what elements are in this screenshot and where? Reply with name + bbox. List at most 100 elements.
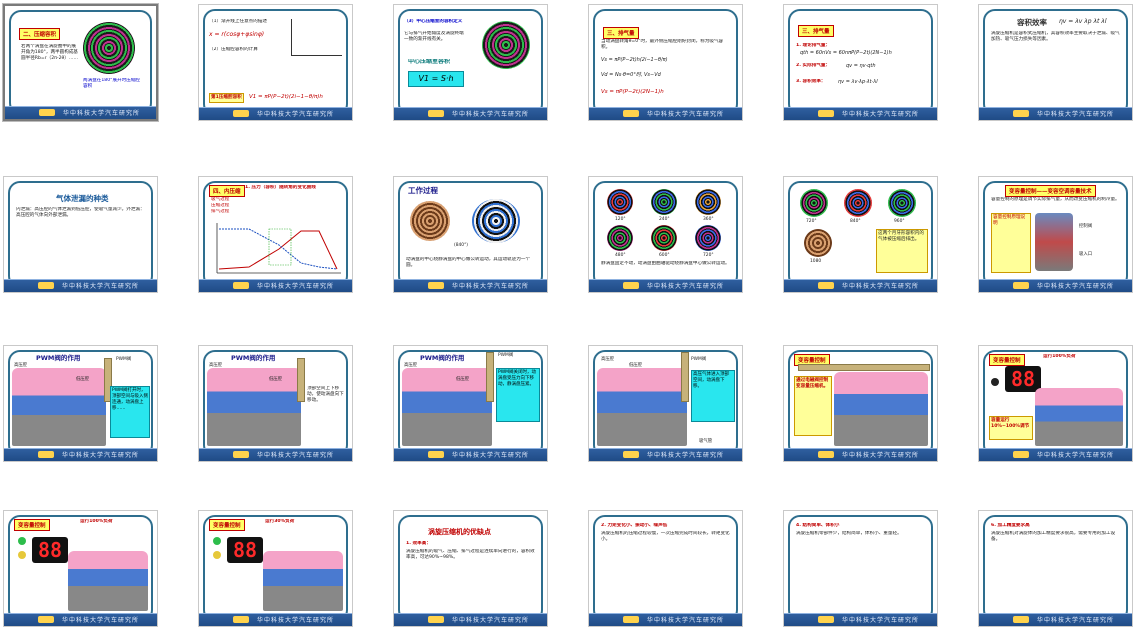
slide-thumbnail-13[interactable]: PWM阀的作用 高压腔 低压腔 PWM阀 PWM阀打开时，顶部空间与吸入侧连通，… — [3, 345, 158, 462]
slide-line: 1. 效率高： — [406, 541, 431, 546]
slide-thumbnail-5[interactable]: 三、排气量 1. 理论排气量： qth = 60nVs = 60nπP(P−2t… — [783, 4, 938, 121]
slide-title: 工作过程 — [408, 186, 438, 195]
angle-label: (840°) — [454, 243, 469, 248]
digit-display: 88 — [1005, 366, 1041, 392]
slide-footer: 华中科技大学汽车研究所 — [394, 448, 547, 461]
slide-line: 1. 理论排气量： — [796, 43, 831, 48]
slide-body: 若两个涡盘在涡旋圈中的展开角为180°，两半圆构成基圆半径Rb=r（2π-2θ）… — [21, 44, 79, 61]
slide-title: 涡旋压缩机的优缺点 — [428, 528, 491, 536]
slide-tag: 三、排气量 — [798, 25, 834, 37]
slide-title: 气体泄漏的种类 — [56, 194, 109, 203]
note-box: PWM阀关闭时，动涡盘受压力向下移动，静涡盘压紧。 — [496, 368, 540, 422]
slide-thumbnail-9[interactable]: 工作过程 (840°) 动涡盘的中心绕静涡盘的中心做公转运动，其运动轨迹为一个圆… — [393, 176, 548, 293]
slide-formula: Vs = πP(P−2t)(2N−1)h — [601, 89, 664, 95]
diagram-label: 低压腔 — [269, 377, 283, 382]
slide-thumbnail-7[interactable]: 气体泄漏的种类 内泄漏：高压腔的气体泄漏到低压腔，使吸气量减少。外泄漏：高压腔的… — [3, 176, 158, 293]
slide-thumbnail-23[interactable]: 4. 结构简单、体积小 涡旋压缩机零部件少，结构简单，体积小、重量轻。 华中科技… — [783, 510, 938, 627]
slide-footer: 华中科技大学汽车研究所 — [979, 279, 1132, 292]
angle-label: 120° — [615, 217, 626, 222]
diagram-label: PWM阀 — [691, 357, 707, 362]
slide-line: （3）中心压缩室的容积定义 — [404, 19, 463, 24]
slide-thumbnail-2[interactable]: （1）渐开线上任意点的描述 x = r(cosφ+φsinφ) （2）压缩腔容积… — [198, 4, 353, 121]
spiral-stage — [695, 225, 721, 251]
slide-thumbnail-19[interactable]: 变容量控制 运行100%负荷 88 华中科技大学汽车研究所 — [3, 510, 158, 627]
slide-footer: 华中科技大学汽车研究所 — [589, 448, 742, 461]
pwm-valve-pipe — [798, 364, 930, 371]
slide-formula: qth = 60nVs = 60nπP(P−2t)(2N−1)h — [800, 50, 892, 56]
slide-note: 两涡盘在180°展开时压缩腔容积 — [83, 78, 141, 89]
status-led — [18, 537, 26, 545]
status-led — [213, 551, 221, 559]
angle-label: 840° — [850, 219, 861, 224]
slide-thumbnail-15[interactable]: PWM阀的作用 高压腔 低压腔 PWM阀 PWM阀关闭时，动涡盘受压力向下移动，… — [393, 345, 548, 462]
spiral-stage — [844, 189, 872, 217]
slide-line: 2. 力矩变化小、振动小、噪声低 — [601, 523, 668, 528]
slide-thumbnail-10[interactable]: 120° 240° 360° 480° 600° 720° 静涡盘固定不动，动涡… — [588, 176, 743, 293]
slide-footer: 华中科技大学汽车研究所 — [979, 107, 1132, 120]
slide-thumbnail-12[interactable]: 变容量控制——变容空调容量技术 容量控制的原理是调节实际排气量，从而改变压缩机的… — [978, 176, 1133, 293]
angle-label: 480° — [615, 253, 626, 258]
slide-thumbnail-6[interactable]: 容积效率 ηv = λv λp λt λl 涡旋压缩机是容积式压缩机，其容积效率… — [978, 4, 1133, 121]
slide-thumbnail-20[interactable]: 变容量控制 运行30%负荷 88 华中科技大学汽车研究所 — [198, 510, 353, 627]
spiral-stage — [800, 189, 828, 217]
slide-body: 内泄漏：高压腔的气体泄漏到低压腔，使吸气量减少。外泄漏：高压腔的气体向外部泄漏。 — [16, 207, 145, 218]
slide-sorter-grid: 二、压缩容积 若两个涡盘在涡旋圈中的展开角为180°，两半圆构成基圆半径Rb=r… — [0, 0, 1139, 635]
slide-footer: 华中科技大学汽车研究所 — [784, 107, 937, 120]
slide-title: PWM阀的作用 — [231, 354, 276, 362]
note-box: 这两个月牙形容积内的气体被压缩后排出。 — [876, 229, 928, 273]
slide-thumbnail-22[interactable]: 2. 力矩变化小、振动小、噪声低 涡旋压缩机的压缩过程较慢，一次压缩完成时间较长… — [588, 510, 743, 627]
diagram-label: 吸气管 — [699, 439, 713, 444]
spiral-diagram — [83, 22, 135, 74]
legend-item: 排气过程 — [211, 209, 230, 214]
slide-thumbnail-11[interactable]: 720° 840° 960° 1080 这两个月牙形容积内的气体被压缩后排出。 … — [783, 176, 938, 293]
slide-footer: 华中科技大学汽车研究所 — [979, 613, 1132, 626]
digit-display: 88 — [227, 537, 263, 563]
note-box: 通过电磁阀控制变容量压缩机。 — [794, 376, 832, 436]
slide-footer: 华中科技大学汽车研究所 — [784, 613, 937, 626]
spiral-diagram — [482, 21, 530, 69]
spiral-stage — [651, 225, 677, 251]
slide-title: PWM阀的作用 — [420, 354, 465, 362]
slide-thumbnail-14[interactable]: PWM阀的作用 高压腔 低压腔 顶部空间上下移动，使动涡盘向下移动。 华中科技大… — [198, 345, 353, 462]
slide-line: 2. 实际排气量： — [796, 63, 831, 68]
slide-line: （2）压缩腔容积的计算 — [209, 47, 258, 52]
slide-footer: 华中科技大学汽车研究所 — [4, 613, 157, 626]
slide-thumbnail-1[interactable]: 二、压缩容积 若两个涡盘在涡旋圈中的展开角为180°，两半圆构成基圆半径Rb=r… — [3, 4, 158, 121]
slide-thumbnail-16[interactable]: 高压腔 低压腔 PWM阀 吸气管 高压气体进入顶部空间，动涡盘下移。 华中科技大… — [588, 345, 743, 462]
slide-note: 顶部空间上下移动，使动涡盘向下移动。 — [307, 386, 344, 403]
slide-body: 涡旋压缩机对涡旋体的加工精度要求很高，需要专用的加工设备。 — [991, 531, 1116, 542]
slide-tag: 三、排气量 — [603, 27, 639, 39]
slide-title: 1. 压力（容积）随转角的变化曲线 — [245, 185, 316, 190]
slide-body: 涡旋压缩机的吸气、压缩、排气过程是连续单向进行的，容积效率高，可达90%~98%… — [406, 549, 535, 560]
slide-thumbnail-17[interactable]: 变容量控制 通过电磁阀控制变容量压缩机。 华中科技大学汽车研究所 — [783, 345, 938, 462]
slide-thumbnail-8[interactable]: 四、内压缩 1. 压力（容积）随转角的变化曲线 吸气过程 压缩过程 排气过程 华… — [198, 176, 353, 293]
slide-title: 容积效率 — [1017, 18, 1047, 27]
slide-footer: 华中科技大学汽车研究所 — [5, 106, 156, 119]
slide-line: 4. 结构简单、体积小 — [796, 523, 840, 528]
compressor-cutaway — [263, 551, 343, 611]
slide-footer: 华中科技大学汽车研究所 — [394, 107, 547, 120]
slide-footer: 华中科技大学汽车研究所 — [394, 279, 547, 292]
pwm-valve-pipe — [486, 352, 494, 402]
slide-thumbnail-24[interactable]: 6. 加工精度要求高 涡旋压缩机对涡旋体的加工精度要求很高，需要专用的加工设备。… — [978, 510, 1133, 627]
load-label: 运行30%负荷 — [265, 519, 295, 524]
spiral-stage — [888, 189, 916, 217]
slide-footer: 华中科技大学汽车研究所 — [199, 448, 352, 461]
slide-footer: 华中科技大学汽车研究所 — [589, 107, 742, 120]
slide-tag: 变容量控制 — [989, 354, 1025, 366]
diagram-label: 高压腔 — [14, 363, 28, 368]
slide-thumbnail-18[interactable]: 变容量控制 运行100%负荷 88 容量运行10%~100%调节 华中科技大学汽… — [978, 345, 1133, 462]
slide-thumbnail-3[interactable]: （3）中心压缩室的容积定义 它与排气开始角度及涡旋终端一致的渐开线有关。 中心压… — [393, 4, 548, 121]
compressor-cutaway — [12, 368, 106, 446]
status-led — [991, 378, 999, 386]
slide-thumbnail-4[interactable]: 三、排气量 当动涡盘转角θ=0°时，最外侧压缩腔刚好封闭，称为吸气容积。 Vs … — [588, 4, 743, 121]
diagram-label: 高压腔 — [209, 363, 223, 368]
digit-display: 88 — [32, 537, 68, 563]
slide-tag: 变容量控制 — [14, 519, 50, 531]
pwm-valve-pipe — [681, 352, 689, 402]
spiral-photo — [410, 201, 450, 241]
diagram-label: 低压腔 — [76, 377, 90, 382]
slide-line: （1）渐开线上任意点的描述 — [209, 19, 268, 24]
slide-thumbnail-21[interactable]: 涡旋压缩机的优缺点 1. 效率高： 涡旋压缩机的吸气、压缩、排气过程是连续单向进… — [393, 510, 548, 627]
slide-caption: 静涡盘固定不动，动涡盘由曲轴驱动绕静涡盘中心做公转运动。 — [601, 261, 730, 266]
